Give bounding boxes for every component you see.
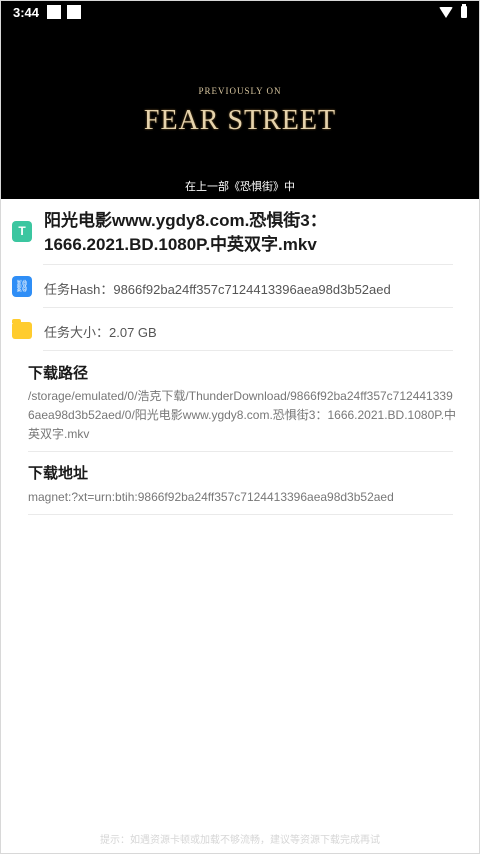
divider xyxy=(28,451,453,452)
task-hash: 任务Hash：9866f92ba24ff357c7124413396aea98d… xyxy=(44,282,391,297)
footer-hint: 提示：如遇资源卡顿或加载不够流畅，建议等资源下载完成再试 xyxy=(100,835,380,846)
wifi-icon xyxy=(439,6,453,18)
download-address-value[interactable]: magnet:?xt=urn:btih:9866f92ba24ff357c712… xyxy=(28,488,458,507)
folder-icon xyxy=(12,319,32,339)
divider xyxy=(43,350,453,351)
notification-icon xyxy=(67,5,81,19)
file-name: 阳光电影www.ygdy8.com.恐惧街3：1666.2021.BD.1080… xyxy=(44,211,327,254)
notification-icon xyxy=(47,5,61,19)
video-player[interactable]: 3:44 PREVIOUSLY ON FEAR STREET 在上一部《恐惧街》… xyxy=(1,1,479,199)
link-icon: ⛓ xyxy=(12,276,32,297)
task-detail-screen: 3:44 PREVIOUSLY ON FEAR STREET 在上一部《恐惧街》… xyxy=(0,0,480,854)
video-title-card: FEAR STREET xyxy=(143,105,337,136)
divider xyxy=(43,307,453,308)
download-path-value[interactable]: /storage/emulated/0/浩克下载/ThunderDownload… xyxy=(28,387,458,444)
task-size: 任务大小：2.07 GB xyxy=(44,325,157,340)
video-caption: 在上一部《恐惧街》中 xyxy=(185,181,295,193)
status-time: 3:44 xyxy=(13,5,40,20)
video-subtitle-top: PREVIOUSLY ON xyxy=(198,86,282,96)
download-path-label: 下载路径 xyxy=(28,365,89,382)
divider xyxy=(43,264,453,265)
file-icon: T xyxy=(12,221,32,242)
battery-icon xyxy=(461,4,467,18)
download-address-label: 下载地址 xyxy=(28,465,89,482)
divider xyxy=(28,514,453,515)
status-bar: 3:44 xyxy=(1,1,479,25)
